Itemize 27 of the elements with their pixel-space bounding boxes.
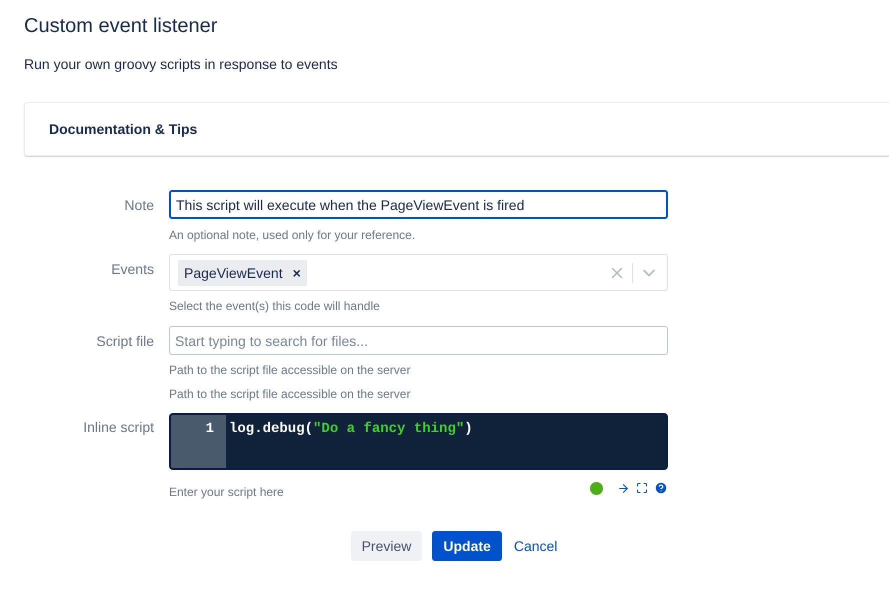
field-label: Note: [124, 196, 154, 213]
help-text: Enter your script here: [169, 485, 284, 499]
field-label: Events: [111, 260, 154, 277]
field-label: Inline script: [83, 418, 154, 435]
arrow-right-icon[interactable]: [617, 482, 630, 494]
note-field[interactable]: This script will execute when the PageViewEvent is fired: [169, 190, 668, 219]
help-text: Path to the script file accessible on the server: [169, 363, 412, 377]
cancel-link[interactable]: Cancel: [512, 531, 560, 561]
field-label: Script file: [96, 332, 154, 349]
help-icon[interactable]: [654, 481, 668, 495]
fullscreen-icon[interactable]: [636, 482, 648, 494]
page-title: Custom event listener: [24, 14, 218, 38]
events-select[interactable]: PageViewEvent ×: [169, 254, 668, 291]
form-button[interactable]: Update: [432, 531, 502, 561]
line-number: 1: [206, 421, 214, 437]
tag-label: PageViewEvent: [184, 264, 283, 280]
code-line: log.debug("Do a fancy thing"): [228, 420, 473, 437]
documentation-panel[interactable]: Documentation & Tips: [24, 102, 889, 156]
remove-tag-button[interactable]: ×: [292, 264, 301, 280]
panel-title: Documentation & Tips: [49, 121, 198, 137]
help-text: An optional note, used only for your reference.: [169, 228, 416, 242]
help-text: Select the event(s) this code will handle: [169, 299, 381, 313]
script-file-field[interactable]: Start typing to search for files...: [169, 326, 668, 355]
page-subtitle: Run your own groovy scripts in response to events: [24, 56, 339, 72]
help-text: Path to the script file accessible on the server: [169, 387, 412, 401]
form-button[interactable]: Preview: [350, 531, 422, 561]
code-editor[interactable]: 1 log.debug("Do a fancy thing"): [169, 413, 668, 470]
